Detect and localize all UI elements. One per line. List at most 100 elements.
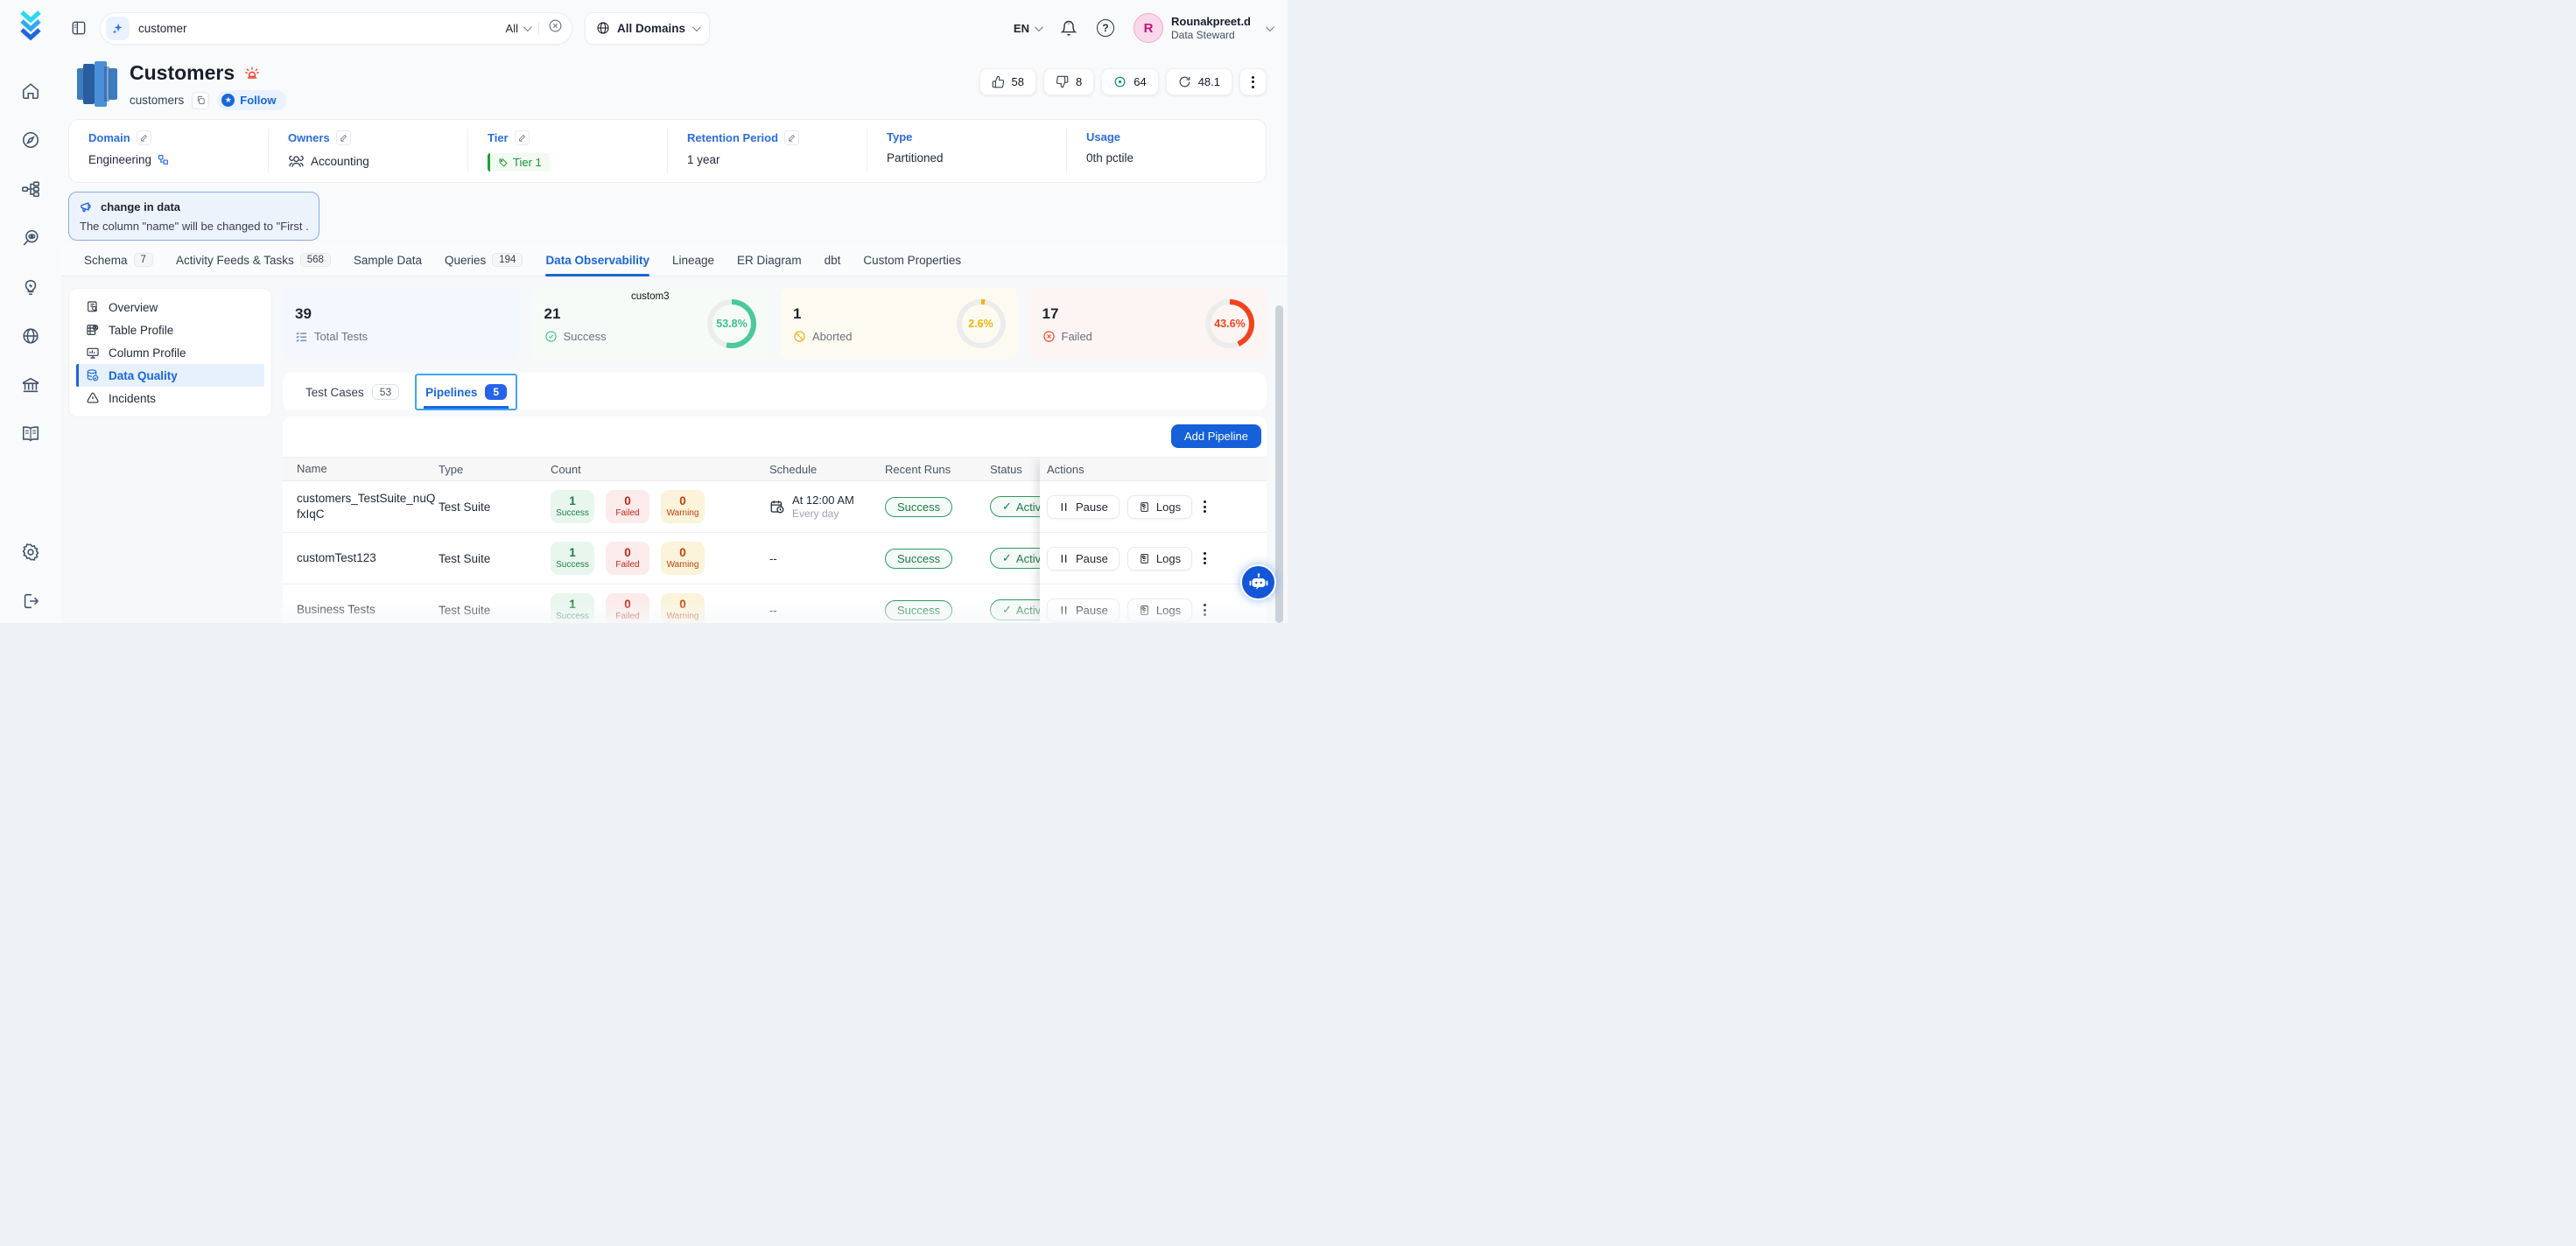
downvote-button[interactable]: 8 — [1043, 68, 1094, 95]
tab-er-diagram[interactable]: ER Diagram — [737, 253, 802, 276]
failed-count-chip: 0Failed — [606, 593, 649, 623]
tab-custom-properties[interactable]: Custom Properties — [863, 253, 961, 276]
calendar-clock-icon — [769, 499, 785, 514]
logout-icon[interactable] — [21, 592, 40, 611]
logs-icon — [1139, 501, 1150, 513]
search-input[interactable] — [138, 22, 506, 35]
tab-dbt[interactable]: dbt — [825, 253, 841, 276]
check-icon: ✓ — [1002, 551, 1012, 565]
pause-button[interactable]: Pause — [1047, 598, 1120, 622]
help-icon[interactable]: ? — [1097, 19, 1114, 37]
subnav-item-data-quality[interactable]: Data Quality — [76, 364, 264, 387]
tab-activity-feeds[interactable]: Activity Feeds & Tasks568 — [176, 253, 331, 276]
row-kebab-icon[interactable] — [1200, 549, 1210, 568]
insights-bulb-icon[interactable] — [21, 277, 40, 297]
tier-badge[interactable]: Tier 1 — [488, 153, 550, 172]
recent-run-badge[interactable]: Success — [885, 549, 952, 569]
recent-run-badge[interactable]: Success — [885, 600, 952, 620]
subnav-item-overview[interactable]: Overview — [76, 296, 264, 318]
explore-compass-icon[interactable] — [21, 130, 40, 150]
domains-globe-icon[interactable] — [21, 326, 40, 346]
app-logo[interactable] — [16, 9, 46, 48]
more-options-button[interactable] — [1239, 68, 1267, 95]
row-kebab-icon[interactable] — [1200, 497, 1210, 516]
pipeline-name[interactable]: customTest123 — [283, 550, 439, 566]
pipeline-name[interactable]: Business Tests — [283, 602, 439, 618]
sidebar-toggle-icon[interactable] — [70, 19, 88, 37]
meta-tier: Tier Tier 1 — [468, 129, 668, 173]
tab-pipelines[interactable]: Pipelines 5 — [417, 375, 516, 409]
logs-button[interactable]: Logs — [1127, 495, 1192, 519]
quality-score-button[interactable]: 64 — [1101, 68, 1158, 95]
meta-owners: Owners Accounting — [269, 129, 468, 173]
logs-button[interactable]: Logs — [1127, 598, 1192, 622]
home-icon[interactable] — [21, 81, 40, 101]
page-title: Customers — [130, 61, 235, 85]
summary-cards: 39 Total Tests custom3 21 — [283, 288, 1267, 360]
observability-search-eye-icon[interactable] — [21, 228, 40, 248]
glossary-book-icon[interactable] — [21, 424, 40, 444]
tab-queries[interactable]: Queries194 — [445, 253, 523, 276]
upvote-button[interactable]: 58 — [979, 68, 1036, 95]
subnav-label: Data Quality — [109, 369, 178, 382]
lineage-flow-icon[interactable] — [21, 179, 40, 199]
tab-label: Pipelines — [425, 386, 477, 399]
announcement-alarm-icon[interactable] — [243, 65, 261, 82]
edit-retention-icon[interactable] — [784, 130, 799, 145]
edit-owners-icon[interactable] — [336, 130, 351, 145]
chatbot-button[interactable] — [1240, 564, 1276, 600]
pause-button[interactable]: Pause — [1047, 495, 1120, 519]
star-icon: ★ — [221, 94, 235, 107]
notifications-bell-icon[interactable] — [1060, 19, 1077, 37]
usage-score-button[interactable]: 48.1 — [1166, 68, 1232, 95]
add-pipeline-button[interactable]: Add Pipeline — [1171, 424, 1261, 448]
logs-button[interactable]: Logs — [1127, 547, 1192, 570]
entity-subtitle: customers — [130, 94, 184, 107]
announcement-banner[interactable]: change in data The column "name" will be… — [68, 192, 319, 241]
refresh-icon — [1178, 75, 1191, 88]
edit-domain-icon[interactable] — [137, 130, 151, 145]
domain-icon — [158, 154, 169, 165]
tab-schema[interactable]: Schema7 — [84, 253, 153, 276]
tab-test-cases[interactable]: Test Cases 53 — [297, 375, 408, 410]
edit-tier-icon[interactable] — [515, 130, 530, 145]
vertical-scrollbar[interactable] — [1275, 305, 1283, 623]
subnav-label: Overview — [109, 301, 158, 314]
global-search-bar[interactable]: All — [100, 12, 572, 45]
logo-chevrons-icon — [16, 9, 46, 44]
search-scope-dropdown[interactable]: All — [506, 22, 539, 35]
subnav-label: Column Profile — [109, 346, 186, 360]
user-avatar[interactable]: R — [1134, 13, 1163, 43]
subnav-item-table-profile[interactable]: Table Profile — [76, 318, 264, 341]
recent-run-badge[interactable]: Success — [885, 497, 952, 517]
subnav-item-column-profile[interactable]: Column Profile — [76, 341, 264, 364]
meta-type: Type Partitioned — [867, 129, 1067, 173]
all-domains-button[interactable]: All Domains — [585, 12, 710, 45]
tab-label: Data Observability — [545, 254, 649, 267]
follow-button[interactable]: ★ Follow — [217, 90, 286, 110]
schedule-cell: -- — [769, 552, 777, 565]
settings-gear-icon[interactable] — [21, 542, 40, 562]
pipeline-name[interactable]: customers_TestSuite_nuQfxIqC — [283, 491, 439, 522]
check-icon: ✓ — [1002, 500, 1012, 514]
owners-value[interactable]: Accounting — [311, 155, 369, 168]
domain-value[interactable]: Engineering — [88, 153, 151, 166]
col-header-count: Count — [551, 463, 769, 476]
search-scope-label: All — [506, 22, 518, 35]
tab-sample-data[interactable]: Sample Data — [354, 253, 422, 276]
all-domains-label: All Domains — [617, 22, 685, 35]
failed-donut: 43.6% — [1205, 299, 1254, 348]
team-icon — [288, 153, 305, 170]
total-tests-value: 39 — [295, 305, 368, 323]
subnav-item-incidents[interactable]: Incidents — [76, 387, 264, 410]
clear-search-icon[interactable] — [548, 18, 563, 38]
observability-subnav: Overview Table Profile Column Profile Da… — [68, 288, 272, 417]
row-kebab-icon[interactable] — [1200, 600, 1210, 620]
pause-button[interactable]: Pause — [1047, 547, 1120, 570]
language-selector[interactable]: EN — [1014, 22, 1041, 35]
tab-lineage[interactable]: Lineage — [672, 253, 714, 276]
user-menu[interactable]: R Rounakpreet.d Data Steward — [1134, 13, 1272, 43]
tab-data-observability[interactable]: Data Observability — [545, 253, 649, 276]
copy-icon[interactable] — [192, 92, 209, 109]
govern-bank-icon[interactable] — [21, 375, 40, 395]
